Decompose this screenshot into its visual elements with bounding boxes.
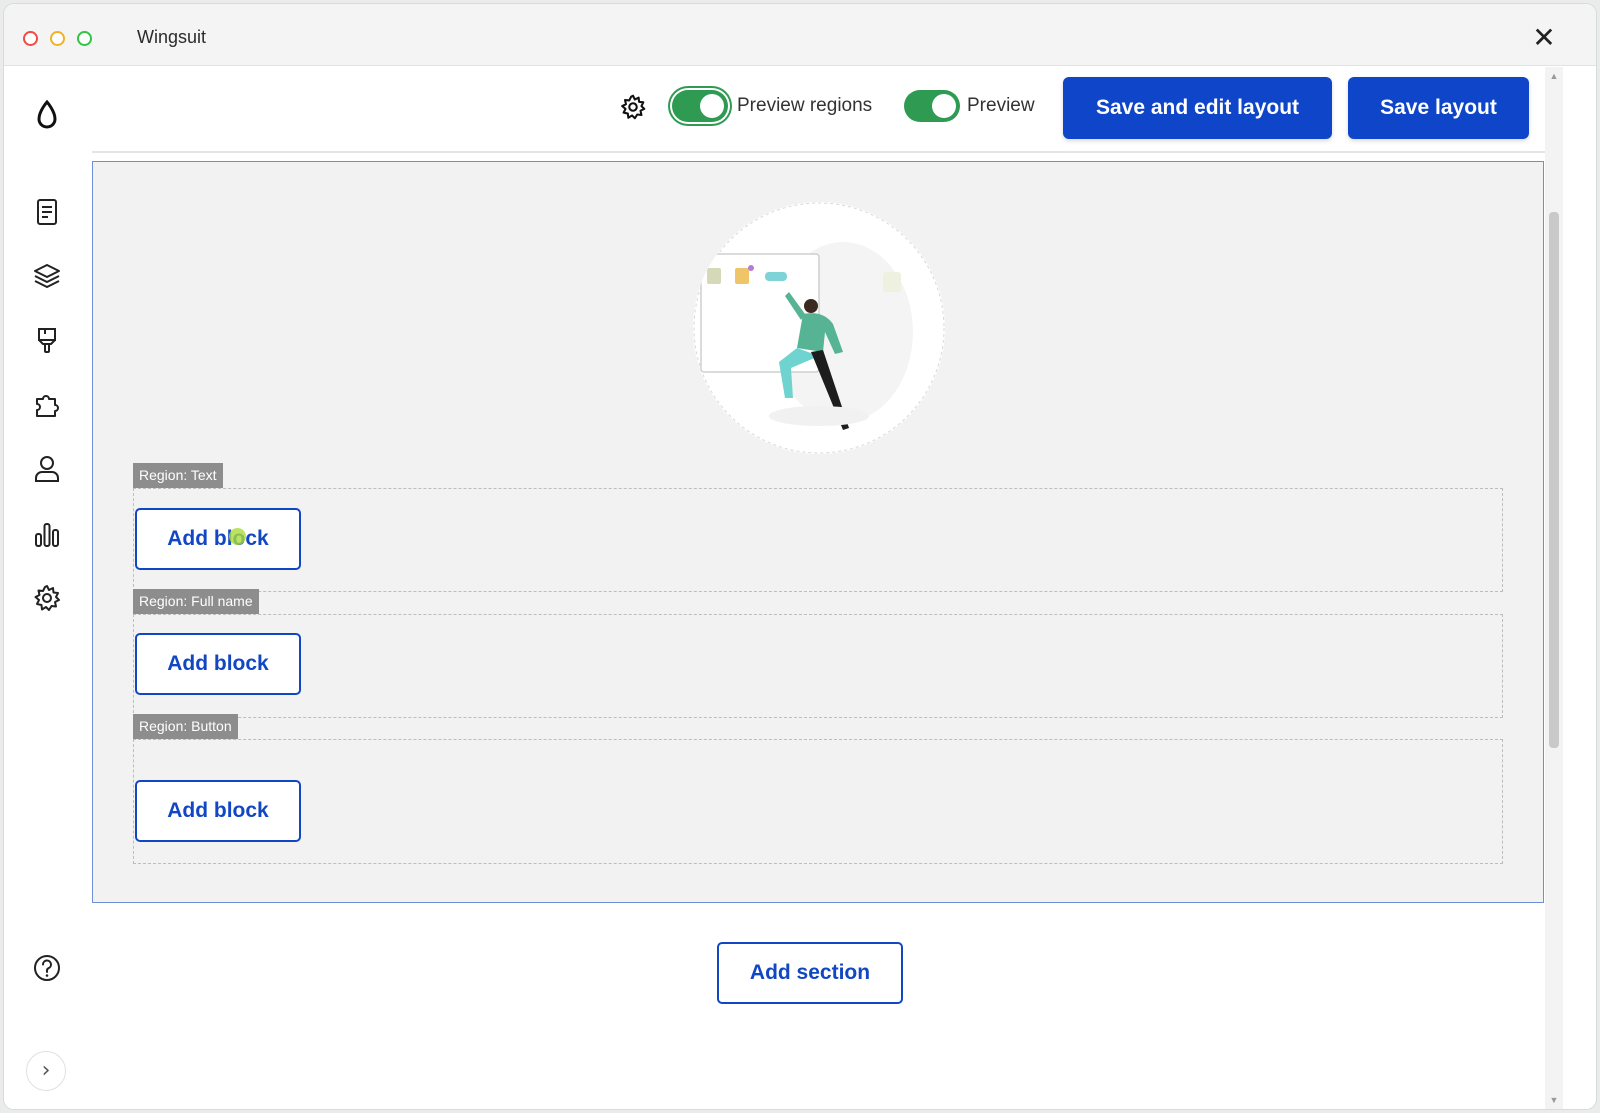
preview-regions-toggle[interactable] xyxy=(672,90,728,122)
help-icon[interactable] xyxy=(29,950,65,986)
sidebar: › xyxy=(4,67,92,1109)
region-button xyxy=(133,739,1503,864)
add-block-button-full-name[interactable]: Add block xyxy=(135,633,301,695)
hero-illustration xyxy=(693,202,945,454)
scroll-thumb[interactable] xyxy=(1549,212,1559,748)
reports-icon[interactable] xyxy=(29,516,65,552)
toggle-knob xyxy=(700,94,724,118)
add-section-button[interactable]: Add section xyxy=(717,942,903,1004)
title-bar: Wingsuit ✕ xyxy=(4,4,1596,66)
app-window: Wingsuit ✕ › Preview regions Preview Sav… xyxy=(4,4,1596,1109)
region-tag-text: Region: Text xyxy=(133,463,223,488)
content-icon[interactable] xyxy=(29,194,65,230)
gear-icon[interactable] xyxy=(618,92,648,122)
region-tag-full-name: Region: Full name xyxy=(133,589,259,614)
toggle-knob xyxy=(932,94,956,118)
extend-icon[interactable] xyxy=(29,387,65,423)
brush-icon[interactable] xyxy=(29,322,65,358)
preview-regions-label: Preview regions xyxy=(737,95,873,116)
region-text xyxy=(133,488,1503,592)
layout-canvas: Region: Text Add block Region: Full name… xyxy=(92,155,1545,1109)
scroll-up-icon[interactable]: ▲ xyxy=(1549,71,1559,81)
preview-label: Preview xyxy=(967,95,1035,116)
save-layout-button[interactable]: Save layout xyxy=(1348,77,1529,139)
scroll-down-icon[interactable]: ▼ xyxy=(1549,1095,1559,1105)
settings-icon[interactable] xyxy=(29,580,65,616)
layout-toolbar: Preview regions Preview Save and edit la… xyxy=(92,67,1545,153)
save-and-edit-layout-button[interactable]: Save and edit layout xyxy=(1063,77,1332,139)
sidebar-expand-button[interactable]: › xyxy=(26,1051,66,1091)
window-title: Wingsuit xyxy=(137,27,207,47)
chevron-right-icon: › xyxy=(41,1058,51,1083)
region-full-name xyxy=(133,614,1503,718)
add-block-button-button[interactable]: Add block xyxy=(135,780,301,842)
layout-section: Region: Text Add block Region: Full name… xyxy=(92,161,1544,903)
window-minimize-dot[interactable] xyxy=(50,31,65,46)
close-icon[interactable]: ✕ xyxy=(1530,24,1558,52)
vertical-scrollbar[interactable]: ▲ ▼ xyxy=(1545,67,1563,1109)
window-close-dot[interactable] xyxy=(23,31,38,46)
layers-icon[interactable] xyxy=(29,258,65,294)
people-icon[interactable] xyxy=(29,451,65,487)
add-block-button-text[interactable]: Add block xyxy=(135,508,301,570)
mouse-cursor-indicator xyxy=(229,528,246,545)
preview-toggle[interactable] xyxy=(904,90,960,122)
drupal-logo-icon[interactable] xyxy=(29,97,65,133)
region-tag-button: Region: Button xyxy=(133,714,238,739)
window-zoom-dot[interactable] xyxy=(77,31,92,46)
